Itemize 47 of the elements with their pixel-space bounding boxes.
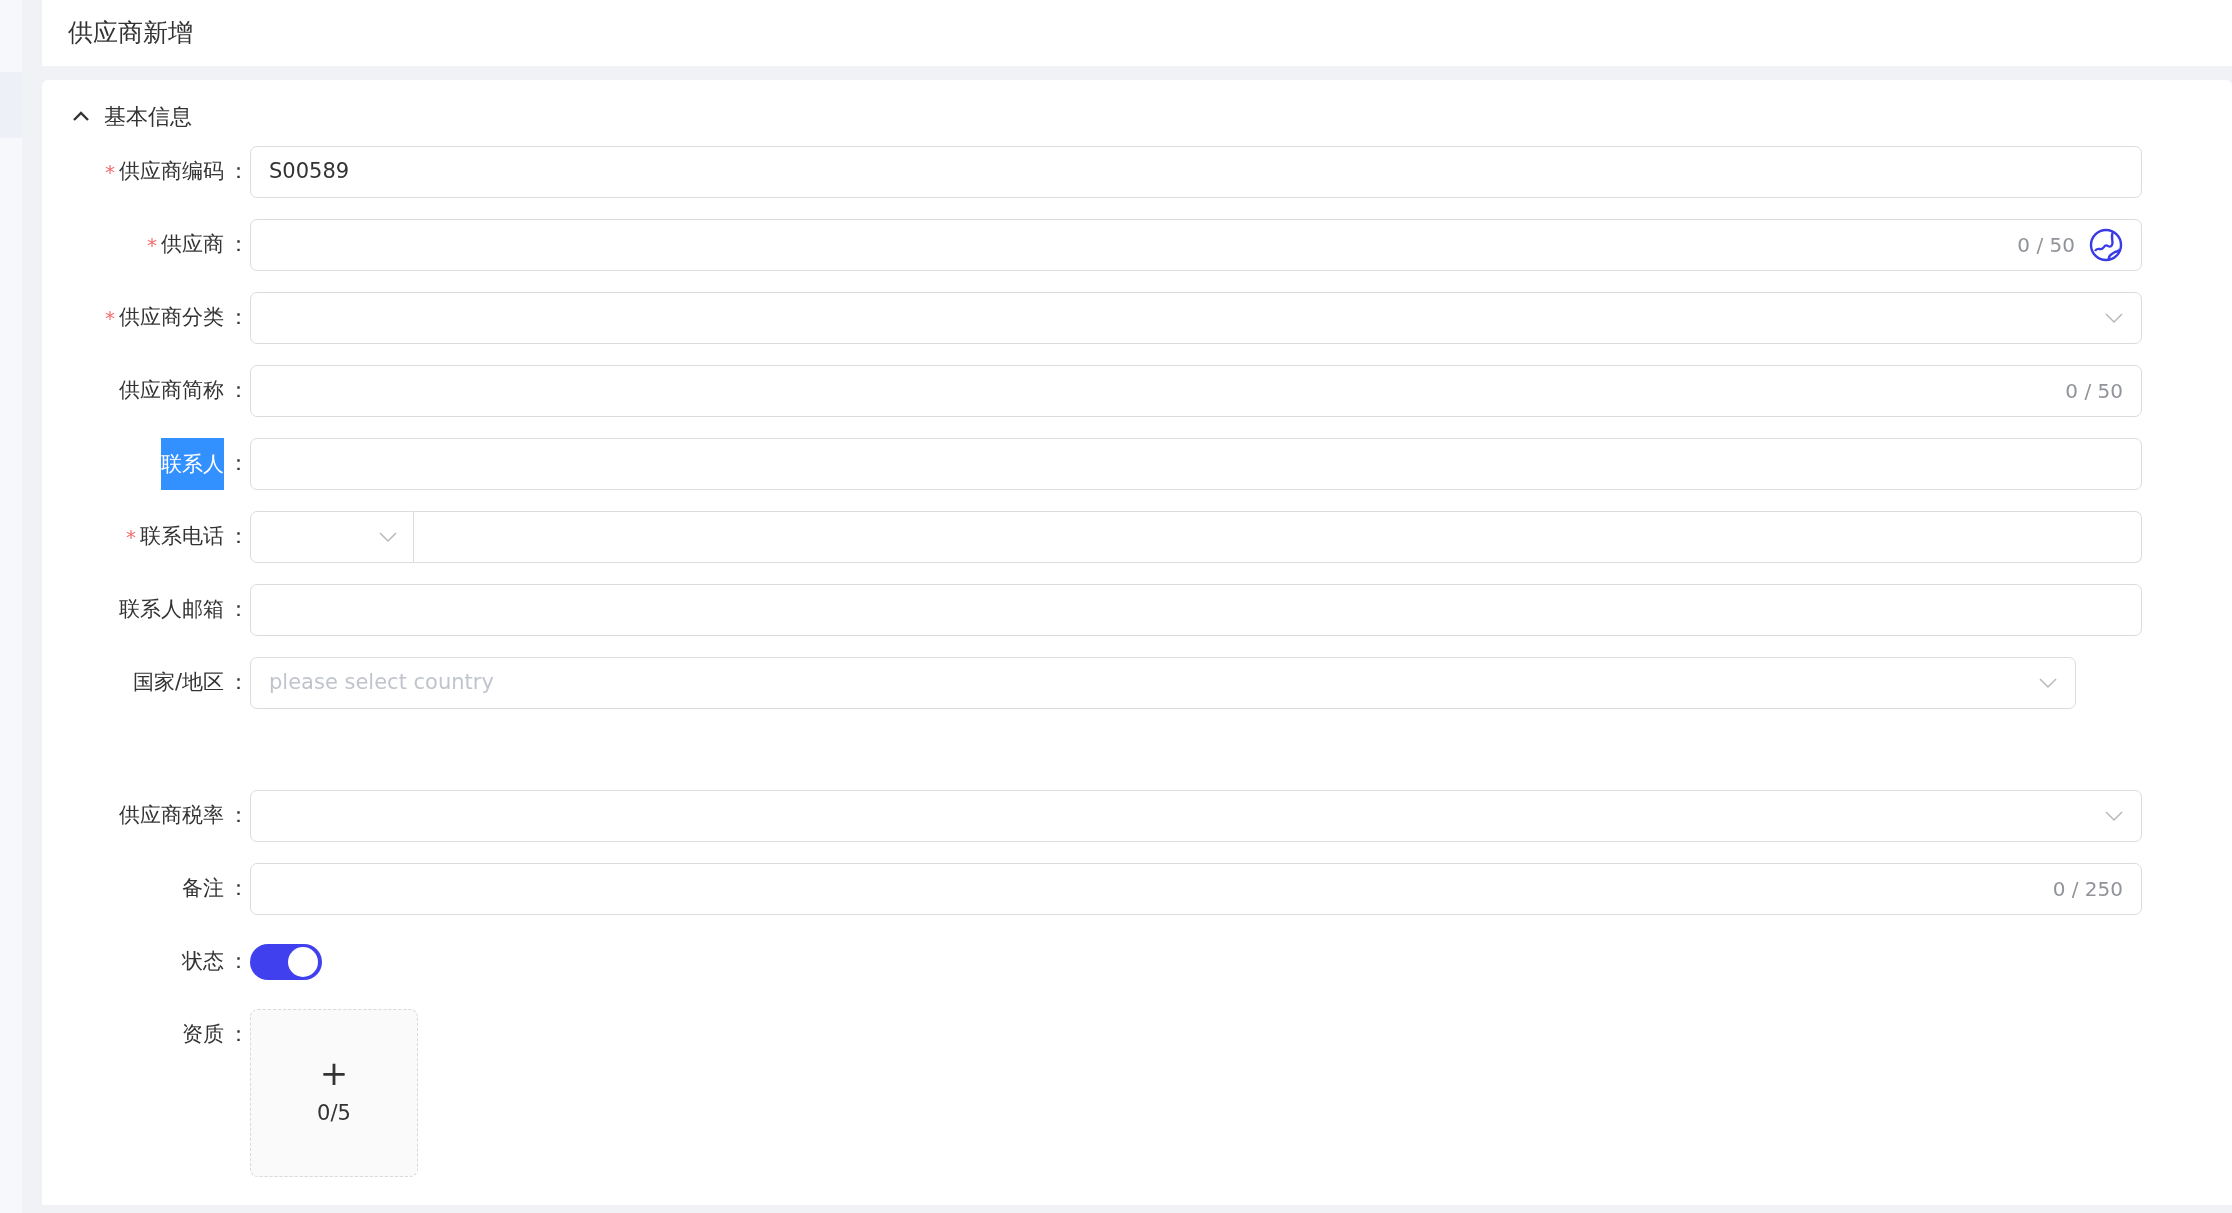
colon: ： [228,948,242,976]
input-field[interactable]: 0 / 250 [250,863,2142,915]
required-asterisk: * [126,524,136,551]
required-asterisk: * [105,159,115,186]
toggle-switch[interactable] [250,944,322,980]
country-code-select[interactable] [250,511,414,563]
input-field[interactable]: 0 / 50 [250,365,2142,417]
field-label: 联系人 [161,438,224,490]
field-label: 备注 [182,875,224,903]
globe-icon[interactable] [2089,228,2123,262]
colon: ： [228,523,242,551]
char-counter: 0 / 50 [2065,378,2123,405]
page-title: 供应商新增 [68,17,193,50]
colon: ： [228,875,242,903]
field-label: 供应商编码 [119,158,224,186]
upload-box[interactable]: + 0/5 [250,1009,418,1177]
colon: ： [228,1021,242,1049]
field-label: 供应商税率 [119,802,224,830]
field-label: 联系电话 [140,523,224,551]
select-field[interactable] [250,790,2142,842]
colon: ： [228,304,242,332]
colon: ： [228,596,242,624]
char-counter: 0 / 250 [2052,876,2123,903]
field-label: 状态 [182,948,224,976]
field-label: 联系人邮箱 [119,596,224,624]
colon: ： [228,231,242,259]
input-field[interactable] [250,438,2142,490]
section-header[interactable]: 基本信息 [68,96,192,136]
field-label: 供应商简称 [119,377,224,405]
colon: ： [228,669,242,697]
colon: ： [228,377,242,405]
select-field[interactable] [250,292,2142,344]
required-asterisk: * [105,305,115,332]
input-field[interactable] [250,584,2142,636]
field-label: 国家/地区 [132,669,224,697]
required-asterisk: * [147,232,157,259]
field-label: 资质 [182,1021,224,1049]
field-label: 供应商分类 [119,304,224,332]
colon: ： [228,802,242,830]
input-field[interactable]: S00589 [250,146,2142,198]
phone-input[interactable] [414,511,2142,563]
field-label: 供应商 [161,231,224,259]
char-counter: 0 / 50 [2017,232,2075,259]
colon: ： [228,450,242,478]
select-field[interactable]: please select country [250,657,2076,709]
colon: ： [228,158,242,186]
input-field[interactable]: 0 / 50 [250,219,2142,271]
